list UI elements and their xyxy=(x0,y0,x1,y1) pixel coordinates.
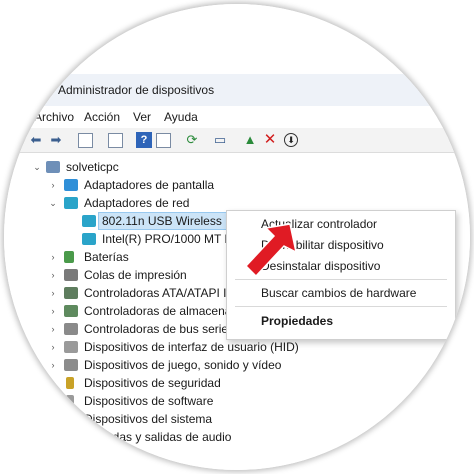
scan-hardware-icon[interactable]: ▭ xyxy=(212,132,228,148)
expand-icon[interactable]: › xyxy=(48,284,58,302)
circular-frame: Administrador de dispositivos Archivo Ac… xyxy=(4,4,470,470)
menu-ayuda[interactable]: Ayuda xyxy=(164,110,198,124)
toolbar: ⬅ ➡ ? ⟳ ▭ ▲ ✕ ⬇ xyxy=(4,128,470,153)
usb-controller-icon xyxy=(64,323,78,335)
menu-separator xyxy=(235,279,447,280)
expand-icon[interactable]: › xyxy=(48,338,58,356)
menu-bar: Archivo Acción Ver Ayuda xyxy=(4,106,470,128)
speaker-icon xyxy=(64,359,78,371)
menu-separator xyxy=(235,306,447,307)
uninstall-icon[interactable]: ✕ xyxy=(262,132,278,148)
collapse-icon[interactable]: ⌄ xyxy=(32,158,42,176)
battery-icon xyxy=(64,251,74,263)
view-icon[interactable] xyxy=(156,133,171,148)
window-title: Administrador de dispositivos xyxy=(58,83,215,97)
key-icon xyxy=(66,377,74,389)
device-manager-window: Administrador de dispositivos Archivo Ac… xyxy=(4,4,470,470)
forward-arrow-icon[interactable]: ➡ xyxy=(48,132,64,148)
expand-icon[interactable]: › xyxy=(48,446,58,464)
storage-controller-icon xyxy=(64,287,78,299)
software-device-icon xyxy=(66,395,74,407)
back-arrow-icon[interactable]: ⬅ xyxy=(28,132,44,148)
expand-icon[interactable]: › xyxy=(48,248,58,266)
properties-icon[interactable] xyxy=(78,133,93,148)
expand-icon[interactable]: › xyxy=(48,428,58,446)
menu-ver[interactable]: Ver xyxy=(133,110,151,124)
display-adapter-icon xyxy=(64,179,78,191)
network-card-icon xyxy=(82,233,96,245)
update-driver-icon[interactable]: ⟳ xyxy=(184,132,200,148)
expand-icon[interactable]: › xyxy=(48,356,58,374)
pointer-arrow-icon xyxy=(244,223,298,278)
system-device-icon xyxy=(64,413,78,425)
expand-icon[interactable]: › xyxy=(48,374,58,392)
storage-controller-icon xyxy=(64,305,78,317)
menu-accion[interactable]: Acción xyxy=(84,110,120,124)
collapse-icon[interactable]: ⌄ xyxy=(48,194,58,212)
help-icon[interactable]: ? xyxy=(136,132,152,148)
menu-item-propiedades[interactable]: Propiedades xyxy=(261,312,333,330)
hid-icon xyxy=(64,341,78,353)
network-adapter-icon xyxy=(64,197,78,209)
network-card-icon xyxy=(82,215,96,227)
download-icon[interactable]: ⬇ xyxy=(284,133,298,147)
printer-icon xyxy=(64,269,78,281)
title-bar: Administrador de dispositivos xyxy=(4,74,470,106)
expand-icon[interactable]: › xyxy=(48,266,58,284)
expand-icon[interactable]: › xyxy=(48,320,58,338)
tree-item-wireless-lan[interactable]: 802.11n USB Wireless LAN xyxy=(82,212,249,230)
expand-icon[interactable]: › xyxy=(48,176,58,194)
menu-item-buscar-cambios[interactable]: Buscar cambios de hardware xyxy=(261,284,416,302)
menu-archivo[interactable]: Archivo xyxy=(34,110,74,124)
expand-icon[interactable]: › xyxy=(48,392,58,410)
computer-icon xyxy=(46,161,60,173)
audio-icon xyxy=(64,431,78,443)
expand-icon[interactable]: › xyxy=(48,302,58,320)
expand-icon[interactable]: › xyxy=(48,410,58,428)
computer-icon xyxy=(64,449,78,461)
list-icon[interactable] xyxy=(108,133,123,148)
enable-device-icon[interactable]: ▲ xyxy=(242,132,258,148)
